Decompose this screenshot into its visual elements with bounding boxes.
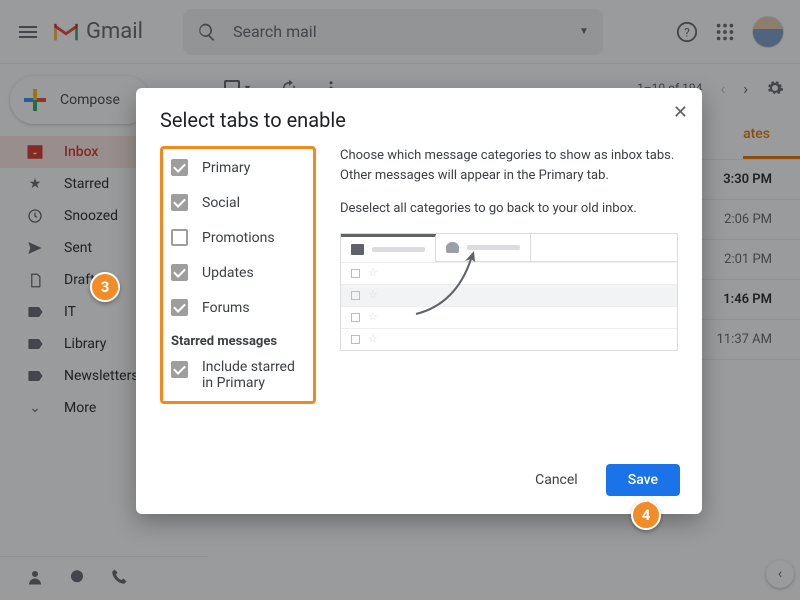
checkbox-icon[interactable] [171,194,188,211]
option-social[interactable]: Social [171,194,305,211]
option-forums[interactable]: Forums [171,299,305,316]
people-icon [446,242,459,253]
preview-tab-social [436,234,531,262]
close-icon[interactable]: ✕ [673,102,688,123]
callout-4: 4 [631,500,661,530]
dialog-title: Select tabs to enable [160,108,678,132]
options-panel: Primary Social Promotions Updates Forums… [160,146,316,404]
preview-tab-primary [341,234,436,262]
checkbox-icon[interactable] [171,159,188,176]
checkbox-icon[interactable] [171,361,188,378]
starred-header: Starred messages [171,334,305,349]
option-primary[interactable]: Primary [171,159,305,176]
inbox-icon [351,244,364,255]
tabs-preview: ☆ ☆ ☆ ☆ [340,233,678,351]
tabs-dialog: ✕ Select tabs to enable Primary Social P… [136,88,702,514]
option-promotions[interactable]: Promotions [171,229,305,246]
callout-3: 3 [90,272,120,302]
option-updates[interactable]: Updates [171,264,305,281]
cancel-button[interactable]: Cancel [523,464,590,496]
checkbox-icon[interactable] [171,299,188,316]
checkbox-icon[interactable] [171,264,188,281]
checkbox-icon[interactable] [171,229,188,246]
save-button[interactable]: Save [606,464,680,496]
dialog-description: Choose which message categories to show … [340,146,678,404]
option-starred-primary[interactable]: Include starred in Primary [171,359,305,391]
